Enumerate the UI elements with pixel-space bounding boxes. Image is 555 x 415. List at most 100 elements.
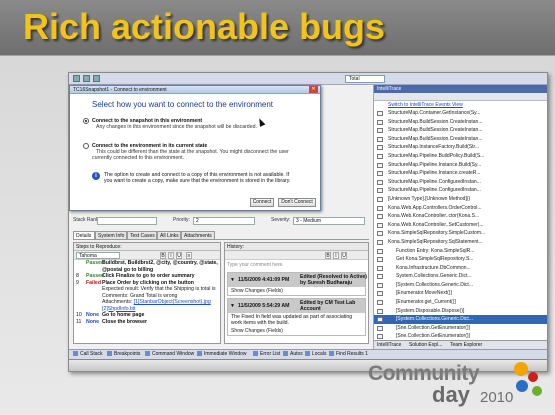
intellitrace-event[interactable]: Get Kona.SimpleSqlRepository.S... (374, 255, 547, 264)
bold-button[interactable]: B (325, 252, 331, 259)
option-current-state[interactable]: Connect to the environment in its curren… (83, 143, 292, 161)
tab-attachments[interactable]: Attachments (181, 231, 215, 240)
intellitrace-event[interactable]: Kona.SimpleSqlRepository.SqlStatement... (374, 238, 547, 247)
dialog-heading: Select how you want to connect to the en… (92, 100, 273, 109)
intellitrace-event[interactable]: StructureMap.Container.GetInstance(Sy... (374, 109, 547, 118)
radio-snapshot[interactable] (83, 118, 89, 124)
history-date: 11/5/2009 5:54:29 AM (238, 303, 290, 309)
dont-connect-button[interactable]: Don't Connect (278, 198, 316, 207)
intellitrace-event[interactable]: StructureMap.BuildSession.CreateInstan..… (374, 118, 547, 127)
font-select[interactable]: Tahoma (76, 252, 120, 259)
connect-environment-dialog: TC16Snapshot1 - Connect to environment ✕… (69, 85, 321, 211)
intellitrace-event[interactable]: StructureMap.Pipeline.ConfiguredInstan..… (374, 178, 547, 187)
step-status: Failed (86, 279, 101, 286)
list-icon[interactable]: ≡ (186, 252, 192, 259)
event-label: StructureMap.Pipeline.BuildPolicy.Build(… (388, 152, 485, 159)
event-icon (377, 205, 383, 211)
tab-command-window[interactable]: Command Window (145, 351, 194, 357)
history-edited: Edited by CM Test Lab Account (300, 300, 356, 312)
tab-intellitrace[interactable]: IntelliTrace (377, 342, 401, 348)
intellitrace-event[interactable]: Function Entry: Kona.SimpleSqlR... (374, 247, 547, 256)
event-icon (377, 265, 383, 271)
show-changes-link[interactable]: Show Changes (Fields) (228, 287, 365, 295)
step-row[interactable]: Passed Buildbrst, Buildbrst2, @city, @co… (74, 260, 220, 273)
switch-view-link[interactable]: Switch to IntelliTrace Events View (374, 101, 547, 109)
history-edited: Edited (Resolved to Active) by Suresh Bu… (300, 274, 367, 286)
priority-field[interactable]: 2 (193, 217, 255, 225)
intellitrace-event[interactable]: StructureMap.Pipeline.Instance.createR..… (374, 169, 547, 178)
tab-team-explorer[interactable]: Team Explorer (450, 342, 482, 348)
intellitrace-event[interactable]: [Unknown Type].[Unknown Method]() (374, 195, 547, 204)
tab-details[interactable]: Details (73, 231, 95, 240)
radio-current-state[interactable] (83, 143, 89, 149)
tab-error-list[interactable]: Error List (253, 351, 280, 357)
event-icon (377, 179, 383, 185)
collapse-icon[interactable]: ▼ (230, 277, 235, 283)
work-item-fields: Stack Rank: Priority: 2 Severity: 3 - Me… (73, 217, 369, 227)
step-text: Close the browser (102, 318, 147, 325)
tab-all-links[interactable]: All Links (157, 231, 181, 240)
intellitrace-event[interactable]: Kona.Web.App.Controllers.OrderControl... (374, 204, 547, 213)
history-entry: ▼ 11/5/2009 5:54:29 AM Edited by CM Test… (227, 298, 366, 336)
underline-button[interactable]: U (176, 252, 182, 259)
event-icon (377, 136, 383, 142)
intellitrace-event[interactable]: Kona.Infrastructure.DbCommon... (374, 264, 547, 273)
intellitrace-event[interactable]: [System.Collections.Generic.Dict... (374, 315, 547, 324)
tab-find-results[interactable]: Find Results 1 (329, 351, 368, 357)
tab-call-stack[interactable]: Call Stack (73, 351, 103, 357)
ide-toolbar: Total (69, 73, 547, 85)
intellitrace-event[interactable]: [Enumerator.get_Current()] (374, 298, 547, 307)
intellitrace-event[interactable]: [System.Collections.Generic.Dict... (374, 281, 547, 290)
event-icon (377, 231, 383, 237)
underline-button[interactable]: U (341, 252, 347, 259)
show-changes-link[interactable]: Show Changes (Fields) (228, 327, 365, 335)
tab-immediate-window[interactable]: Immediate Window (197, 351, 247, 357)
steps-to-reproduce: Steps to Reproduce: Tahoma B I U ≡ Passe… (73, 242, 221, 344)
event-label: [Sne.Collection.GetEnumerator()] (396, 324, 470, 331)
intellitrace-title: IntelliTrace (374, 85, 547, 93)
intellitrace-event[interactable]: StructureMap.Pipeline.ConfiguredInstan..… (374, 186, 547, 195)
event-icon (377, 171, 383, 177)
attachments-label: Attachments: (102, 299, 133, 305)
italic-button[interactable]: I (168, 252, 174, 259)
italic-button[interactable]: I (333, 252, 339, 259)
event-label: [System.Collections.Generic.Dict... (396, 281, 473, 288)
step-row[interactable]: 9 Failed Place Order by clicking on the … (74, 280, 220, 313)
save-icon[interactable] (93, 75, 100, 82)
collapse-icon[interactable]: ▼ (230, 303, 235, 309)
tab-locals[interactable]: Locals (305, 351, 326, 357)
tab-solution-explorer[interactable]: Solution Expl... (409, 342, 442, 348)
connect-button[interactable]: Connect (250, 198, 274, 207)
intellitrace-event[interactable]: System.Collections.Generic.Dict... (374, 272, 547, 281)
close-icon[interactable]: ✕ (309, 86, 318, 93)
intellitrace-event[interactable]: Kona.Web.KonaController..ctor(Kona.S... (374, 212, 547, 221)
intellitrace-event[interactable]: Kona.Web.KonaController..SetCustomer(... (374, 221, 547, 230)
bold-button[interactable]: B (160, 252, 166, 259)
intellitrace-event[interactable]: StructureMap.InstanceFactory.Build(Str..… (374, 143, 547, 152)
severity-field[interactable]: 3 - Medium (293, 217, 365, 225)
event-label: [Sne.Collection.GetEnumerator()] (396, 333, 470, 340)
step-text: Buildbrst, Buildbrst2, @city, @country, … (102, 260, 218, 273)
event-label: StructureMap.Pipeline.Instance.createR..… (388, 170, 481, 177)
intellitrace-event[interactable]: [System.Disposable.Dispose()] (374, 307, 547, 316)
tab-test-cases[interactable]: Test Cases (127, 231, 157, 240)
intellitrace-event[interactable]: StructureMap.Pipeline.Instance.Build(Sy.… (374, 161, 547, 170)
tab-system-info[interactable]: System Info (95, 231, 127, 240)
intellitrace-event[interactable]: StructureMap.BuildSession.CreateInstan..… (374, 135, 547, 144)
intellitrace-event[interactable]: [Sne.Collection.GetEnumerator()] (374, 324, 547, 333)
info-icon: i (92, 172, 100, 180)
comment-input[interactable]: Type your comment here. (225, 260, 368, 272)
step-row[interactable]: 11 None Close the browser (74, 319, 220, 326)
event-icon (377, 119, 383, 125)
tab-breakpoints[interactable]: Breakpoints (107, 351, 140, 357)
back-icon[interactable] (73, 75, 80, 82)
config-combo[interactable]: Total (345, 75, 385, 83)
intellitrace-event[interactable]: StructureMap.Pipeline.BuildPolicy.Build(… (374, 152, 547, 161)
intellitrace-event[interactable]: [Enumerator.MoveNext()] (374, 289, 547, 298)
intellitrace-event[interactable]: StructureMap.BuildSession.CreateInstan..… (374, 126, 547, 135)
event-icon (377, 325, 383, 331)
stack-rank-field[interactable] (97, 217, 157, 225)
forward-icon[interactable] (83, 75, 90, 82)
tab-autos[interactable]: Autos (283, 351, 303, 357)
intellitrace-event[interactable]: Kona.SimpleSqlRepository.SimpleCustom... (374, 229, 547, 238)
